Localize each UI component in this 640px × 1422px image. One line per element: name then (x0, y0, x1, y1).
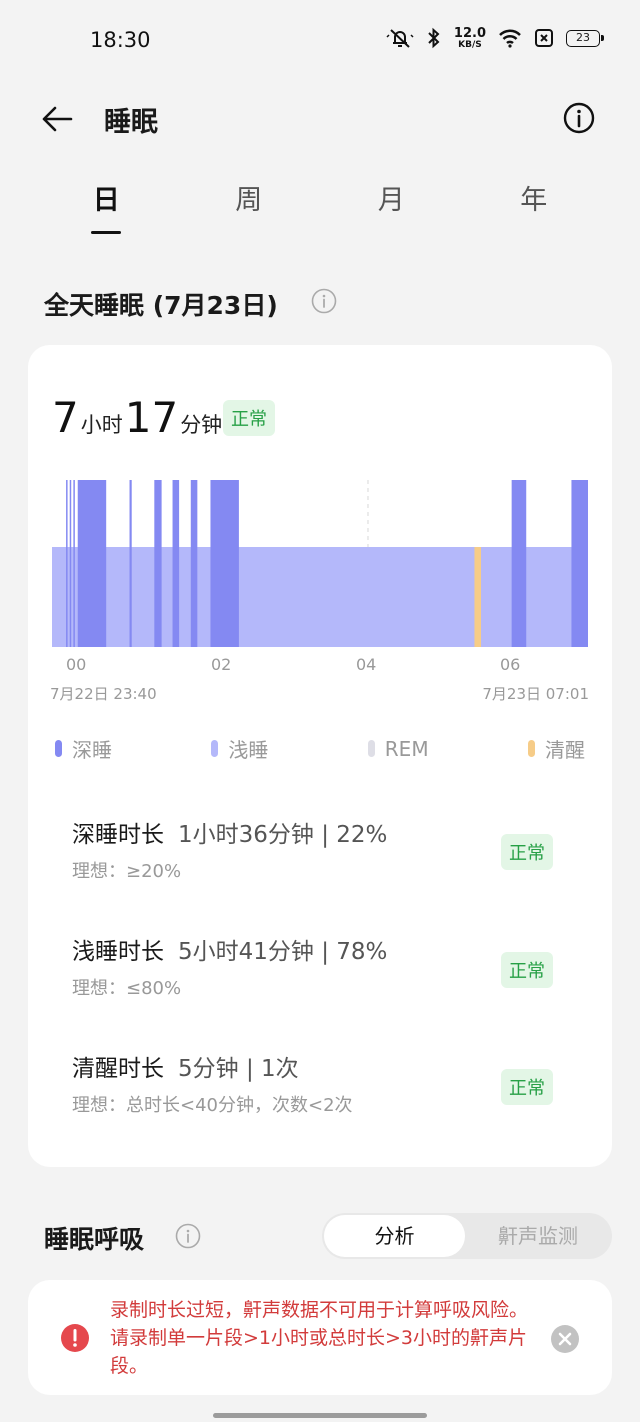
metric-status-badge: 正常 (501, 952, 553, 988)
legend-item-rem: REM (367, 734, 429, 763)
deep-sleep-bar (511, 480, 527, 647)
metric-value: 1小时36分钟 | 22% (178, 822, 388, 848)
network-speed: 12.0 KB/S (454, 27, 486, 50)
bluetooth-icon (428, 27, 440, 49)
legend-label: 深睡 (72, 738, 112, 762)
deep-sleep-bar (66, 480, 68, 647)
deep-sleep-bar (571, 480, 588, 647)
legend-swatch (527, 740, 535, 757)
tab-day[interactable]: 日 (35, 178, 178, 238)
error-icon (61, 1324, 89, 1352)
legend-item-light: 浅睡 (211, 734, 268, 763)
metric-title: 浅睡时长 (72, 939, 164, 965)
period-tabs: 日 周 月 年 (35, 178, 605, 238)
section-title: 全天睡眠 (7月23日) (44, 291, 278, 320)
deep-sleep-bar (190, 480, 198, 647)
metric-title: 清醒时长 (72, 1056, 164, 1082)
info-icon[interactable] (563, 102, 595, 134)
legend-item-deep: 深睡 (55, 734, 112, 763)
legend-label: REM (384, 736, 429, 761)
metric-title: 深睡时长 (72, 822, 164, 848)
light-sleep-band (52, 547, 588, 647)
legend-swatch (55, 740, 62, 757)
metric-awake: 清醒时长 5分钟 | 1次 (72, 1049, 299, 1083)
minutes-unit: 分钟 (180, 413, 223, 437)
tab-week[interactable]: 周 (178, 178, 321, 238)
legend-label: 浅睡 (228, 738, 269, 762)
legend-label: 清醒 (544, 738, 585, 762)
sleep-stage-chart (52, 480, 588, 647)
legend-item-awake: 清醒 (527, 734, 585, 763)
metric-deep: 深睡时长 1小时36分钟 | 22% (72, 815, 387, 849)
section-info-icon[interactable] (311, 288, 337, 314)
metric-ideal: 理想：总时长<40分钟，次数<2次 (72, 1095, 353, 1116)
battery-icon: 23 (566, 29, 604, 47)
tab-month[interactable]: 月 (320, 178, 463, 238)
legend-swatch (367, 740, 375, 757)
status-icons: 12.0 KB/S 23 (386, 26, 604, 50)
deep-sleep-bar (210, 480, 239, 647)
chart-legend: 深睡 浅睡 REM 清醒 (55, 734, 585, 763)
speed-value: 12.0 (453, 25, 486, 41)
x-tick-label: 02 (211, 655, 232, 674)
metric-status-badge: 正常 (501, 834, 553, 870)
x-tick-label: 06 (500, 655, 521, 674)
tab-year[interactable]: 年 (463, 178, 606, 238)
x-tick-label: 00 (66, 655, 87, 674)
breathing-info-icon[interactable] (175, 1223, 201, 1249)
status-badge: 正常 (223, 400, 275, 436)
alert-message: 录制时长过短，鼾声数据不可用于计算呼吸风险。请录制单一片段>1小时或总时长>3小… (110, 1299, 529, 1377)
metric-status-badge: 正常 (501, 1069, 553, 1105)
x-tick-label: 04 (356, 655, 377, 674)
deep-sleep-bar (172, 480, 180, 647)
breathing-title: 睡眠呼吸 (44, 1225, 145, 1254)
metric-value: 5分钟 | 1次 (178, 1056, 299, 1082)
segment-analysis[interactable]: 分析 (324, 1215, 465, 1257)
home-indicator (213, 1413, 427, 1418)
speed-unit: KB/S (458, 39, 482, 50)
hours-unit: 小时 (80, 413, 123, 437)
back-arrow-icon[interactable] (40, 102, 74, 136)
page-title: 睡眠 (104, 107, 158, 138)
awake-bar (474, 547, 482, 647)
metric-ideal: 理想：≤80% (72, 978, 182, 999)
metric-light: 浅睡时长 5小时41分钟 | 78% (72, 932, 387, 966)
deep-sleep-bar (154, 480, 162, 647)
mute-bell-icon (386, 29, 414, 48)
chart-start-time: 7月22日 23:40 (50, 685, 157, 703)
metric-value: 5小时41分钟 | 78% (178, 939, 388, 965)
deep-sleep-bar (129, 480, 132, 647)
wifi-icon (499, 29, 521, 48)
metric-ideal: 理想：≥20% (72, 861, 182, 882)
legend-swatch (211, 740, 219, 757)
deep-sleep-bar (69, 480, 72, 647)
total-sleep: 7 小时 17 分钟 (52, 393, 224, 442)
status-time: 18:30 (90, 28, 151, 52)
sim-off-icon (535, 29, 553, 47)
chart-end-time: 7月23日 07:01 (482, 685, 589, 703)
deep-sleep-bar (77, 480, 107, 647)
segment-snore-monitor[interactable]: 鼾声监测 (466, 1215, 610, 1257)
deep-sleep-bar (73, 480, 75, 647)
close-icon[interactable] (550, 1324, 580, 1354)
total-minutes: 17 (124, 393, 179, 442)
total-hours: 7 (52, 393, 79, 442)
